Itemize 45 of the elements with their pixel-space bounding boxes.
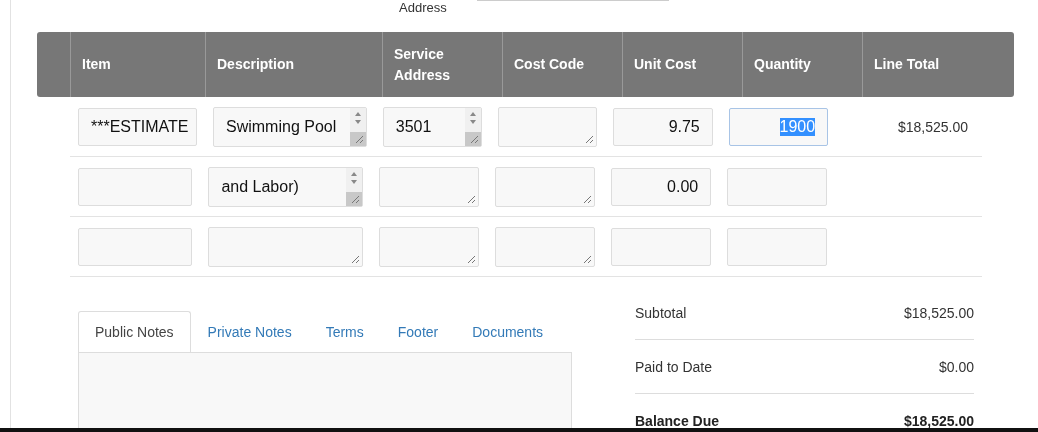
column-header: Line Total [874,55,940,74]
total-value: $18,525.00 [903,304,974,321]
total-label: Balance Due [635,412,720,429]
column-header: Item [82,55,111,74]
column-header: Cost Code [514,55,584,74]
resize-handle-icon[interactable] [354,134,364,144]
total-label: Paid to Date [635,358,713,375]
item-field[interactable] [78,227,193,266]
unit-cost-field[interactable]: 9.75 [613,107,713,146]
resize-handle-icon[interactable] [467,194,477,204]
item-field[interactable]: ***ESTIMATE [78,107,197,146]
total-value: $0.00 [938,358,974,375]
resize-handle-icon[interactable] [351,194,361,204]
quantity-field[interactable] [727,167,828,206]
address-field[interactable] [379,226,480,267]
unit-cost-field[interactable]: 0.00 [611,167,712,206]
resize-handle-icon[interactable] [470,134,480,144]
address-field[interactable] [379,166,480,207]
cost-code-field[interactable] [495,166,596,207]
notes-tab[interactable]: Public Notes [78,311,191,352]
column-header: Quantity [754,55,811,74]
column-header: Unit Cost [634,55,697,74]
column-header: Description [217,55,294,74]
cost-code-field[interactable] [498,106,598,147]
quantity-field[interactable] [727,227,828,266]
unit-cost-field[interactable] [611,227,712,266]
total-value: $18,525.00 [903,412,974,429]
cost-code-field[interactable] [495,226,596,267]
scrollbar-icon[interactable] [346,167,363,206]
scrollbar-icon[interactable] [465,107,482,146]
item-field[interactable] [78,167,193,206]
description-field[interactable]: Swimming Pool [213,106,367,147]
resize-handle-icon[interactable] [585,134,595,144]
line-total: $18,525.00 [897,118,968,135]
address-field[interactable]: 3501 [382,106,483,147]
resize-handle-icon[interactable] [467,254,477,264]
description-field[interactable] [208,226,364,267]
description-field[interactable]: and Labor) [208,166,364,207]
resize-handle-icon[interactable] [583,254,593,264]
field-label: Address [399,1,447,15]
resize-handle-icon[interactable] [351,254,361,264]
column-header: Service Address [394,44,452,85]
resize-handle-icon[interactable] [583,194,593,204]
total-label: Subtotal [635,304,687,321]
scrollbar-icon[interactable] [349,107,366,146]
